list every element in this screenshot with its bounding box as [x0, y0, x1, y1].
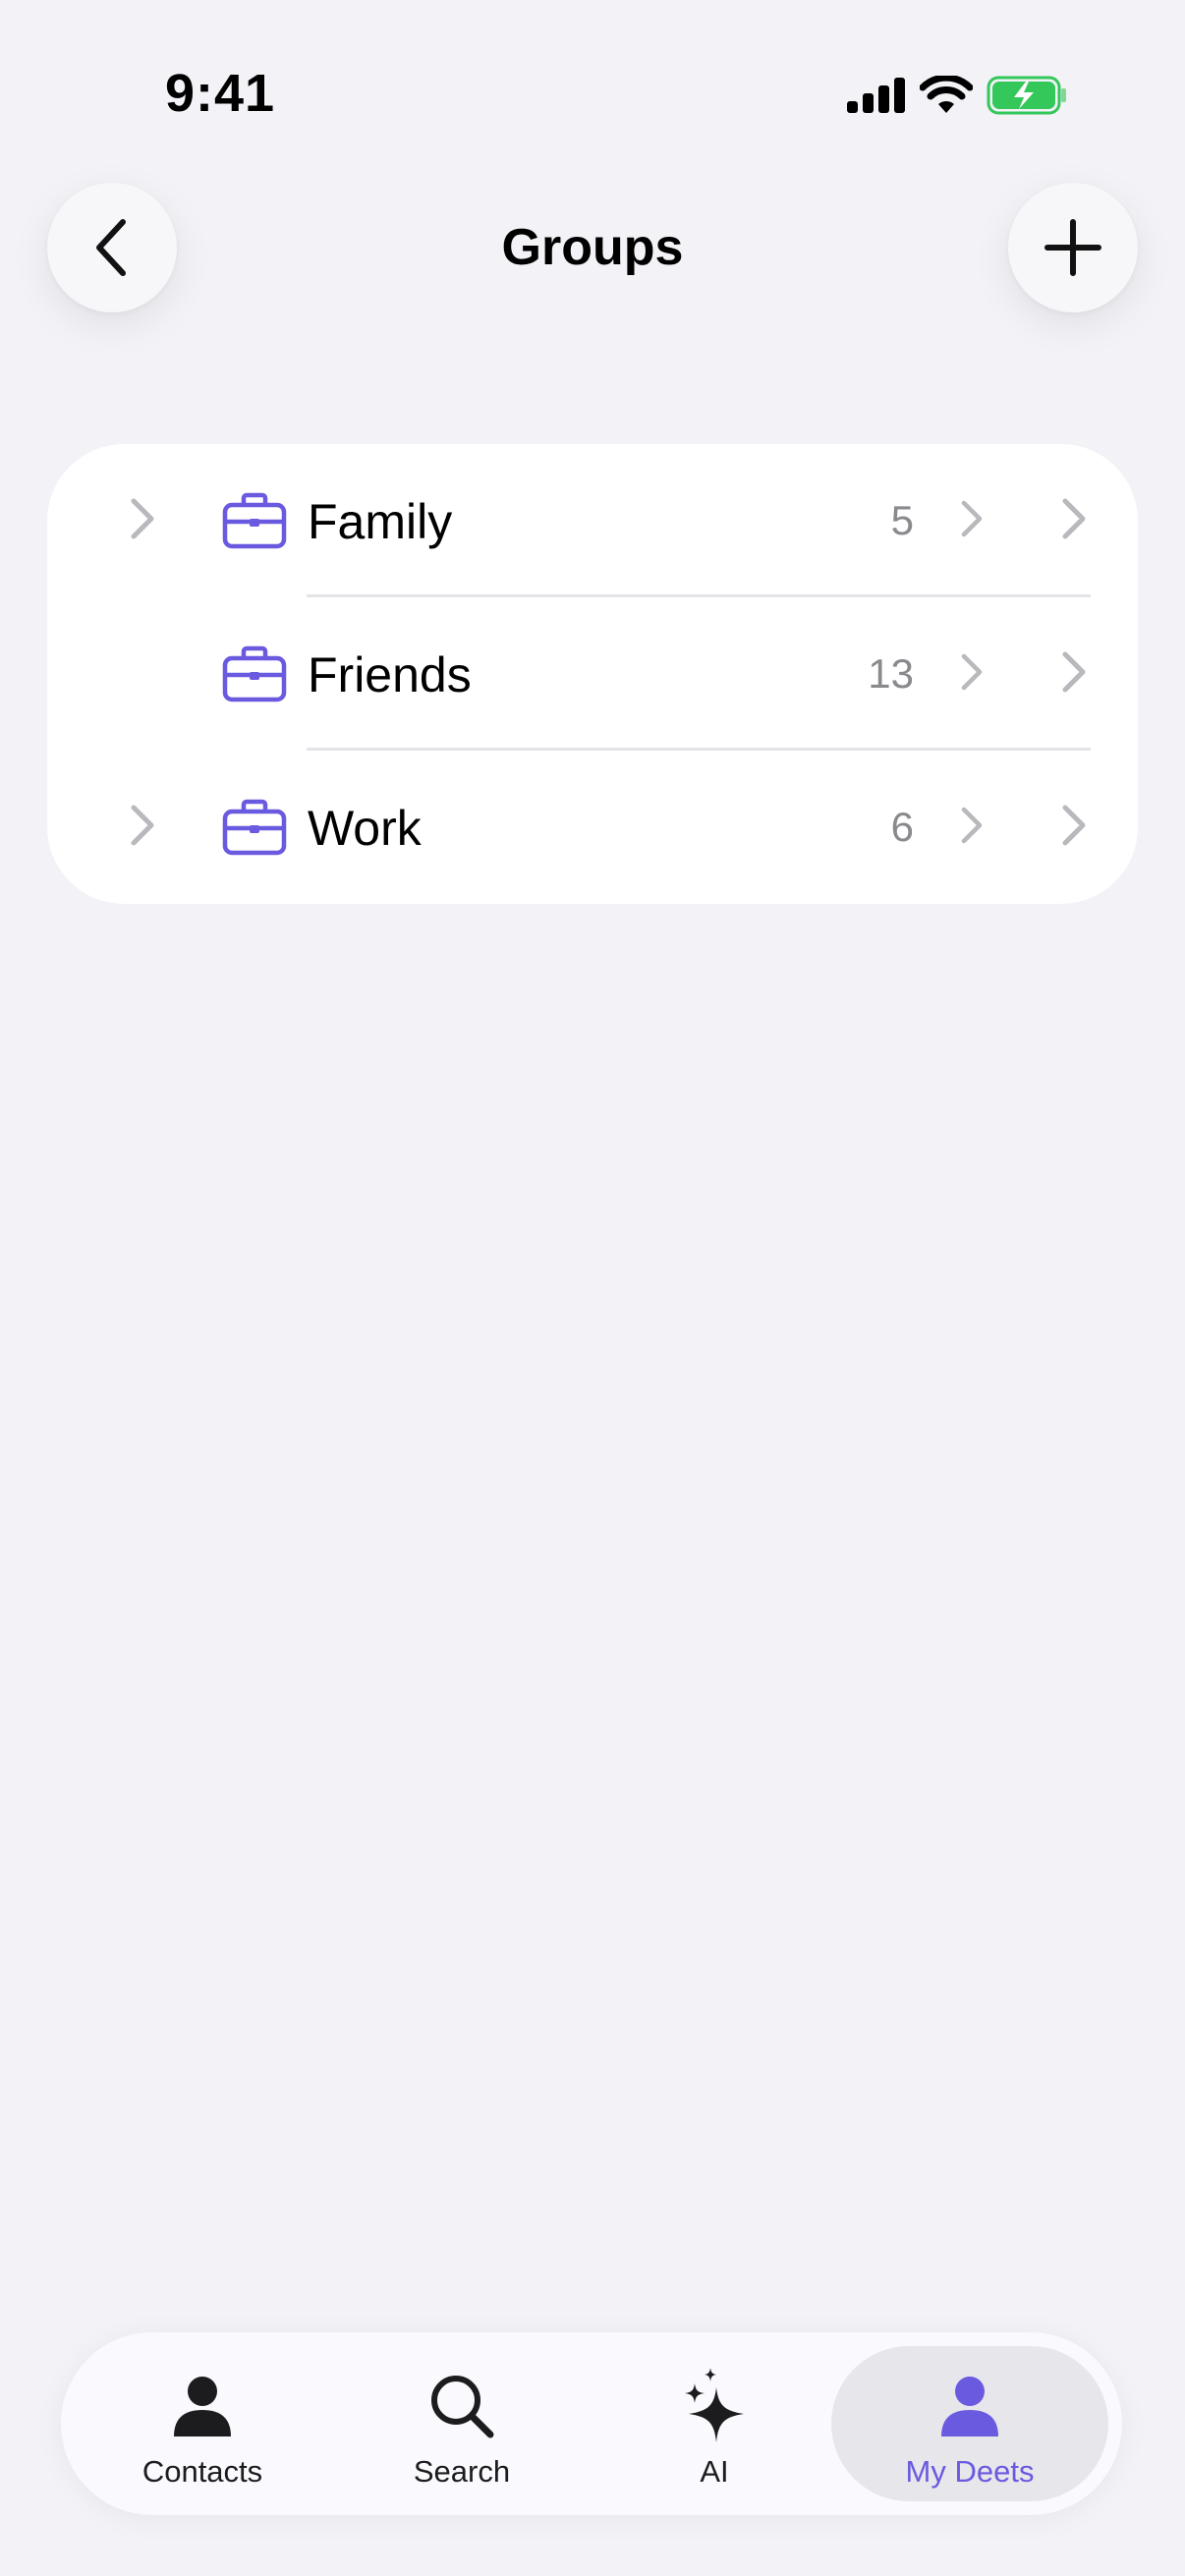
expand-chevron-icon[interactable] [128, 497, 157, 545]
group-list: Family 5 Friends 13 Work 6 [47, 444, 1138, 904]
person-icon [172, 2368, 233, 2444]
groups-screen: 9:41 Groups Family 5 Friends 13 Work 6 C… [0, 0, 1185, 2576]
group-row-work[interactable]: Work 6 [47, 751, 1138, 904]
tab-search[interactable]: Search [336, 2346, 588, 2501]
cellular-signal-icon [847, 77, 906, 118]
disclosure-chevron-icon [1059, 497, 1089, 545]
disclosure-chevron-icon [1059, 804, 1089, 852]
tab-label: My Deets [905, 2454, 1035, 2489]
group-name: Friends [308, 647, 472, 702]
briefcase-icon [222, 798, 287, 862]
tab-contacts[interactable]: Contacts [77, 2346, 328, 2501]
disclosure-chevron-icon [1059, 650, 1089, 699]
tab-my-deets[interactable]: My Deets [831, 2346, 1108, 2501]
tab-bar: Contacts Search AI My Deets [61, 2332, 1122, 2515]
group-row-friends[interactable]: Friends 13 [47, 597, 1138, 751]
group-row-family[interactable]: Family 5 [47, 444, 1138, 597]
briefcase-icon [222, 644, 287, 708]
group-member-count: 5 [890, 497, 914, 543]
tab-label: AI [700, 2454, 729, 2489]
group-name: Work [308, 801, 422, 856]
sparkles-icon [681, 2368, 748, 2444]
chevron-right-icon [959, 652, 985, 697]
tab-label: Search [413, 2454, 511, 2489]
status-time: 9:41 [165, 64, 276, 123]
chevron-right-icon [959, 499, 985, 543]
group-member-count: 13 [868, 650, 914, 697]
expand-chevron-icon[interactable] [128, 804, 157, 852]
group-name: Family [308, 494, 453, 549]
plus-icon [1044, 219, 1101, 276]
battery-charging-icon [987, 76, 1069, 120]
chevron-right-icon [959, 806, 985, 850]
add-group-button[interactable] [1008, 183, 1138, 312]
tab-label: Contacts [141, 2454, 263, 2489]
tab-ai[interactable]: AI [589, 2346, 840, 2501]
person-icon [939, 2368, 1000, 2444]
status-icons [847, 73, 1069, 122]
briefcase-icon [222, 491, 287, 555]
group-member-count: 6 [890, 804, 914, 850]
wifi-icon [919, 74, 974, 120]
magnifying-glass-icon [428, 2368, 495, 2444]
